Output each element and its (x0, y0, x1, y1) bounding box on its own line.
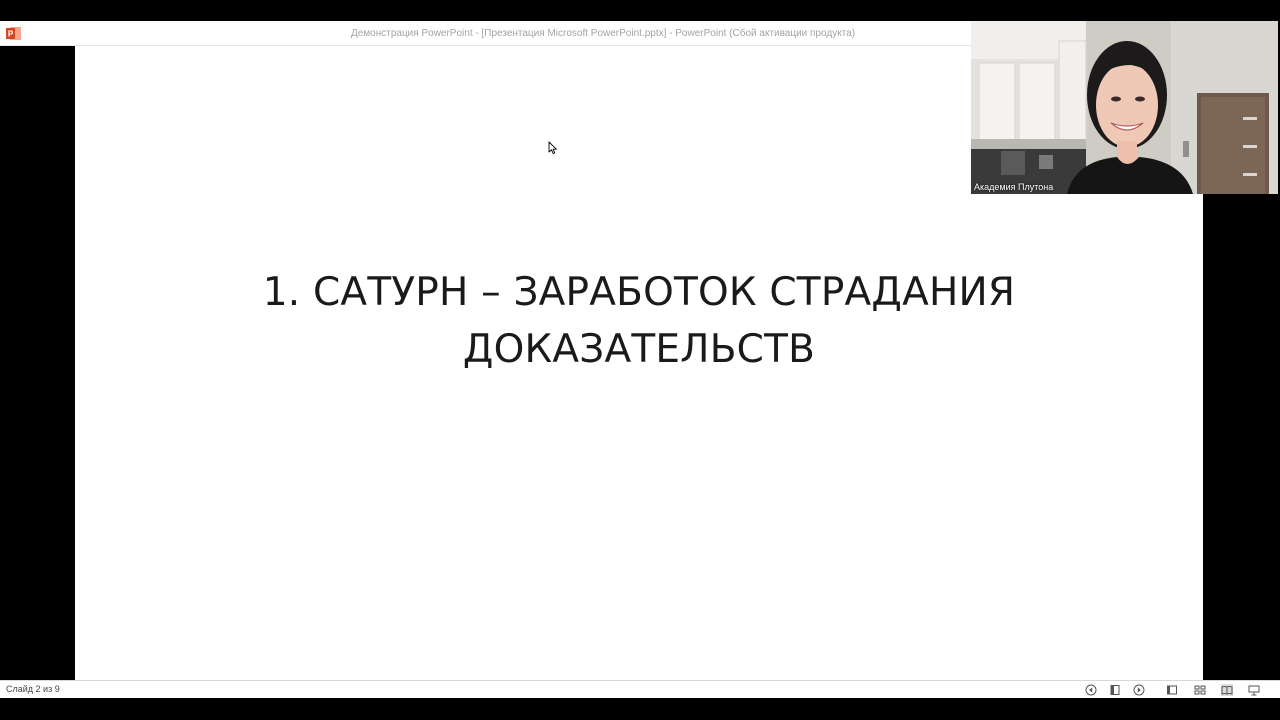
powerpoint-icon: P (6, 27, 21, 40)
previous-slide-icon[interactable] (1085, 684, 1097, 696)
bottom-letterbox (0, 698, 1280, 720)
slide-counter: Слайд 2 из 9 (6, 684, 60, 694)
slide-title-line-1: 1. САТУРН – ЗАРАБОТОК СТРАДАНИЯ (262, 270, 1016, 315)
next-slide-icon[interactable] (1133, 684, 1145, 696)
statusbar: Слайд 2 из 9 (0, 680, 1280, 698)
window-titlebar[interactable]: P Демонстрация PowerPoint - [Презентация… (0, 21, 971, 46)
slide-title-line-2: ДОКАЗАТЕЛЬСТВ (462, 327, 816, 372)
slideshow-icon[interactable] (1248, 684, 1260, 696)
slide-menu-icon[interactable] (1109, 684, 1121, 696)
left-letterbox (0, 46, 75, 680)
participant-name-label: Академия Плутона (974, 182, 1054, 192)
svg-text:P: P (8, 30, 14, 39)
mouse-cursor-icon (548, 141, 557, 155)
screen: P Демонстрация PowerPoint - [Презентация… (0, 0, 1280, 720)
slide-sorter-icon[interactable] (1194, 684, 1206, 696)
reading-view-icon[interactable] (1221, 684, 1233, 696)
slide-title: 1. САТУРН – ЗАРАБОТОК СТРАДАНИЯ ДОКАЗАТЕ… (75, 264, 1203, 378)
participant-video-tile[interactable]: Академия Плутона (971, 21, 1278, 194)
participant-video-frame (971, 21, 1278, 194)
normal-view-icon[interactable] (1166, 684, 1178, 696)
top-letterbox (0, 0, 1280, 21)
